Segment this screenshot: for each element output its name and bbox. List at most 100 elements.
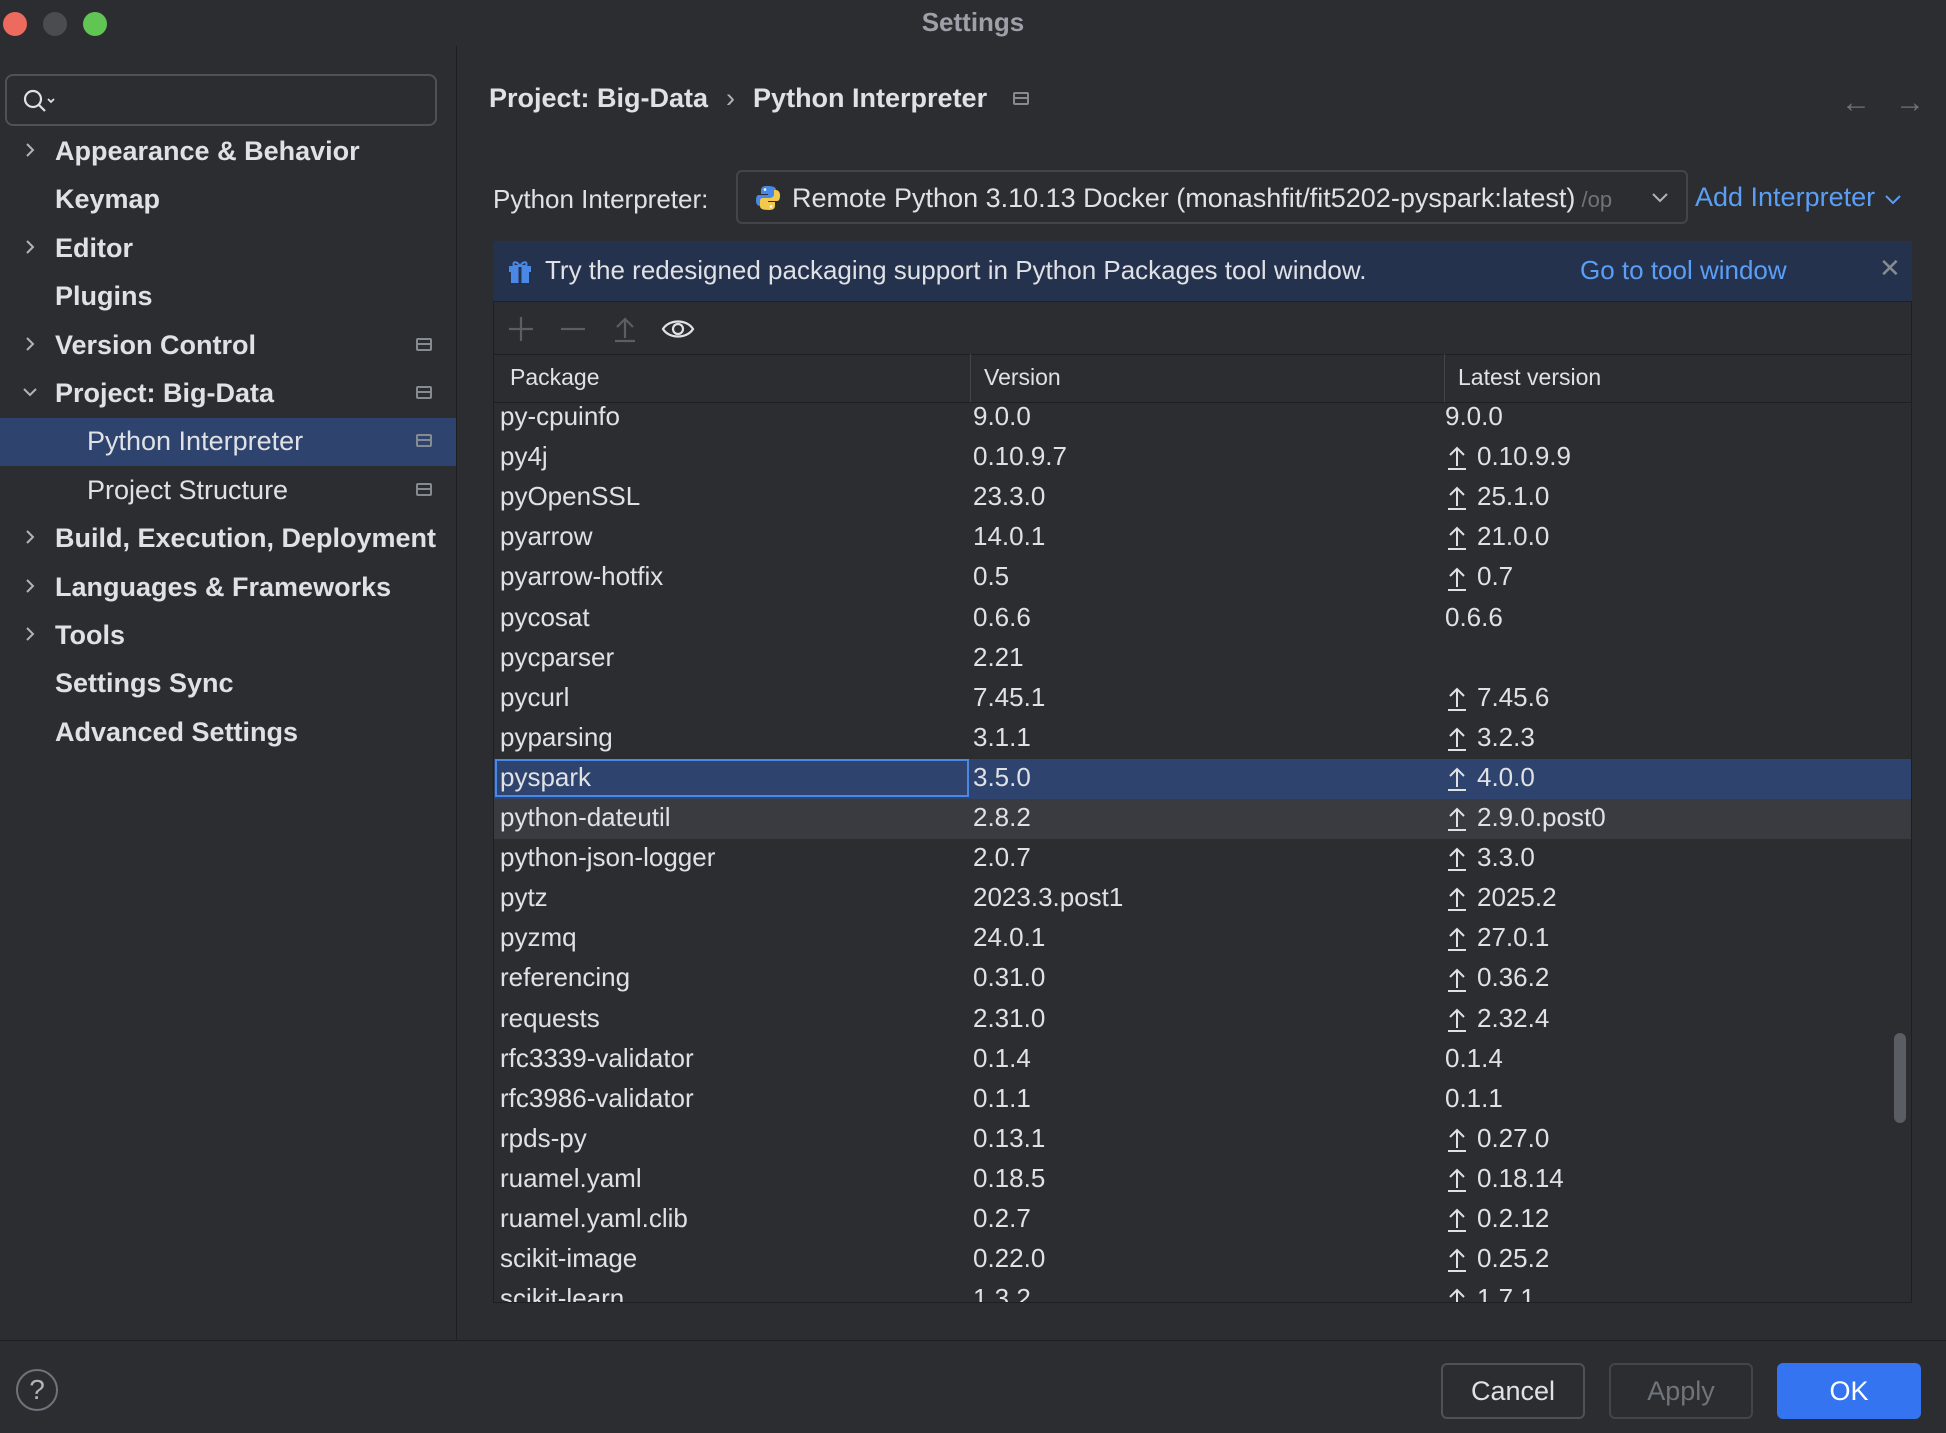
cell-package: py-cpuinfo: [500, 402, 620, 431]
upgrade-package-icon[interactable]: [610, 314, 640, 344]
packages-table-body: py-cpuinfo 9.0.0 9.0.0 py4j 0.10.9.7 0.10.9.9…: [494, 402, 1911, 1302]
latest-version-text: 4.0.0: [1477, 761, 1535, 792]
cell-version: 23.3.0: [973, 481, 1046, 512]
cancel-button[interactable]: Cancel: [1441, 1363, 1585, 1419]
settings-search-input[interactable]: [5, 74, 437, 126]
add-package-icon[interactable]: [506, 314, 536, 344]
cell-package: scikit-learn: [500, 1283, 625, 1302]
sidebar-item-appearance-behavior[interactable]: Appearance & Behavior: [0, 128, 456, 176]
cell-package: pyparsing: [500, 721, 613, 752]
sidebar-item-project-big-data[interactable]: Project: Big-Data: [0, 370, 456, 418]
sidebar-item-tools[interactable]: Tools: [0, 612, 456, 660]
chevron-right-icon[interactable]: [20, 576, 40, 596]
table-scrollbar[interactable]: [1894, 1033, 1906, 1123]
table-row[interactable]: pyzmq 24.0.1 27.0.1: [494, 919, 1911, 959]
sidebar-item-project-structure[interactable]: Project Structure: [0, 467, 456, 515]
packages-table-header: Package Version Latest version: [494, 354, 1911, 403]
cell-latest: 2025.2: [1445, 882, 1557, 913]
sidebar-item-version-control[interactable]: Version Control: [0, 322, 456, 370]
table-row[interactable]: ruamel.yaml.clib 0.2.7 0.2.12: [494, 1200, 1911, 1240]
close-icon[interactable]: ✕: [1879, 253, 1901, 284]
latest-version-text: 2.9.0.post0: [1477, 802, 1606, 832]
table-row[interactable]: python-dateutil 2.8.2 2.9.0.post0: [494, 799, 1911, 839]
table-row[interactable]: pyspark 3.5.0 4.0.0: [494, 758, 1911, 799]
column-divider: [970, 354, 971, 402]
table-row[interactable]: referencing 0.31.0 0.36.2: [494, 959, 1911, 999]
chevron-right-icon[interactable]: [20, 334, 40, 354]
chevron-down-icon[interactable]: [20, 382, 40, 402]
sidebar-item-build-execution-deployment[interactable]: Build, Execution, Deployment: [0, 515, 456, 563]
breadcrumb-parent[interactable]: Project: Big-Data: [489, 83, 708, 114]
table-row[interactable]: py-cpuinfo 9.0.0 9.0.0: [494, 402, 1911, 438]
cell-package: pyarrow: [500, 521, 593, 552]
table-row[interactable]: python-json-logger 2.0.7 3.3.0: [494, 839, 1911, 879]
table-row[interactable]: scikit-learn 1.3.2 1.7.1: [494, 1280, 1911, 1302]
main-panel: Project: Big-Data › Python Interpreter ← →…: [457, 46, 1946, 1340]
cell-version: 0.5: [973, 561, 1010, 592]
table-row[interactable]: pytz 2023.3.post1 2025.2: [494, 879, 1911, 919]
cell-latest: 27.0.1: [1445, 922, 1549, 953]
sidebar-item-plugins[interactable]: Plugins: [0, 273, 456, 321]
help-button[interactable]: ?: [16, 1369, 58, 1411]
interpreter-path-suffix: /op: [1575, 187, 1613, 212]
chevron-right-icon[interactable]: [20, 527, 40, 547]
sidebar-item-label: Languages & Frameworks: [55, 571, 392, 602]
cell-latest: 25.1.0: [1445, 481, 1549, 512]
latest-version-text: 7.45.6: [1477, 681, 1550, 712]
table-row[interactable]: rpds-py 0.13.1 0.27.0: [494, 1120, 1911, 1160]
chevron-down-icon: [1652, 193, 1668, 203]
table-row[interactable]: pyarrow 14.0.1 21.0.0: [494, 518, 1911, 558]
sidebar-item-label: Project: Big-Data: [55, 378, 275, 408]
cell-latest: 0.6.6: [1445, 601, 1503, 632]
upgrade-available-icon: [1448, 486, 1466, 511]
eye-icon[interactable]: [660, 314, 696, 344]
packages-toolbar: [494, 302, 1911, 355]
upgrade-available-icon: [1448, 527, 1466, 551]
sidebar-item-keymap[interactable]: Keymap: [0, 176, 456, 224]
sidebar-item-label: Version Control: [55, 329, 257, 360]
sidebar-item-python-interpreter[interactable]: Python Interpreter: [0, 418, 456, 467]
cell-latest: 3.2.3: [1445, 722, 1535, 753]
sidebar-item-advanced-settings[interactable]: Advanced Settings: [0, 709, 456, 757]
cell-latest: 9.0.0: [1445, 402, 1503, 431]
table-row[interactable]: requests 2.31.0 2.32.4: [494, 1000, 1911, 1040]
table-row[interactable]: pyOpenSSL 23.3.0 25.1.0: [494, 478, 1911, 518]
upgrade-available-icon: [1448, 968, 1466, 992]
column-header-latest-version[interactable]: Latest version: [1458, 364, 1601, 391]
cell-package: ruamel.yaml.clib: [500, 1203, 688, 1233]
chevron-right-icon[interactable]: [20, 140, 40, 160]
cell-package: rfc3986-validator: [500, 1082, 694, 1113]
table-row[interactable]: pycurl 7.45.1 7.45.6: [494, 679, 1911, 719]
table-row[interactable]: py4j 0.10.9.7 0.10.9.9: [494, 438, 1911, 478]
cell-latest: 21.0.0: [1445, 521, 1549, 552]
table-row[interactable]: rfc3986-validator 0.1.1 0.1.1: [494, 1080, 1911, 1120]
upgrade-available-icon: [1448, 567, 1466, 591]
cell-version: 0.31.0: [973, 962, 1046, 993]
sidebar-item-languages-frameworks[interactable]: Languages & Frameworks: [0, 564, 456, 612]
remove-package-icon[interactable]: [558, 314, 588, 344]
forward-arrow-icon[interactable]: →: [1895, 86, 1925, 120]
table-row[interactable]: pyarrow-hotfix 0.5 0.7: [494, 558, 1911, 598]
table-row[interactable]: pycparser 2.21: [494, 639, 1911, 679]
upgrade-available-icon: [1448, 928, 1466, 952]
back-arrow-icon[interactable]: ←: [1841, 86, 1871, 120]
table-row[interactable]: pyparsing 3.1.1 3.2.3: [494, 719, 1911, 759]
table-row[interactable]: pycosat 0.6.6 0.6.6: [494, 599, 1911, 639]
add-interpreter-button[interactable]: Add Interpreter: [1695, 182, 1903, 213]
cell-package: python-json-logger: [500, 842, 716, 873]
chevron-right-icon[interactable]: [20, 237, 40, 257]
sidebar-item-editor[interactable]: Editor: [0, 225, 456, 273]
table-row[interactable]: rfc3339-validator 0.1.4 0.1.4: [494, 1040, 1911, 1080]
table-row[interactable]: ruamel.yaml 0.18.5 0.18.14: [494, 1160, 1911, 1200]
sidebar-item-settings-sync[interactable]: Settings Sync: [0, 660, 456, 708]
table-row[interactable]: scikit-image 0.22.0 0.25.2: [494, 1240, 1911, 1280]
settings-sidebar: Appearance & Behavior Keymap Editor Plugins…: [0, 46, 457, 1340]
column-header-package[interactable]: Package: [510, 364, 600, 391]
interpreter-select[interactable]: Remote Python 3.10.13 Docker (monashfit/…: [736, 170, 1688, 224]
ok-button[interactable]: OK: [1777, 1363, 1921, 1419]
column-header-version[interactable]: Version: [984, 364, 1061, 391]
apply-button[interactable]: Apply: [1609, 1363, 1753, 1419]
chevron-right-icon[interactable]: [20, 624, 40, 644]
go-to-tool-window-link[interactable]: Go to tool window: [1580, 255, 1787, 286]
cell-version: 1.3.2: [973, 1283, 1031, 1302]
